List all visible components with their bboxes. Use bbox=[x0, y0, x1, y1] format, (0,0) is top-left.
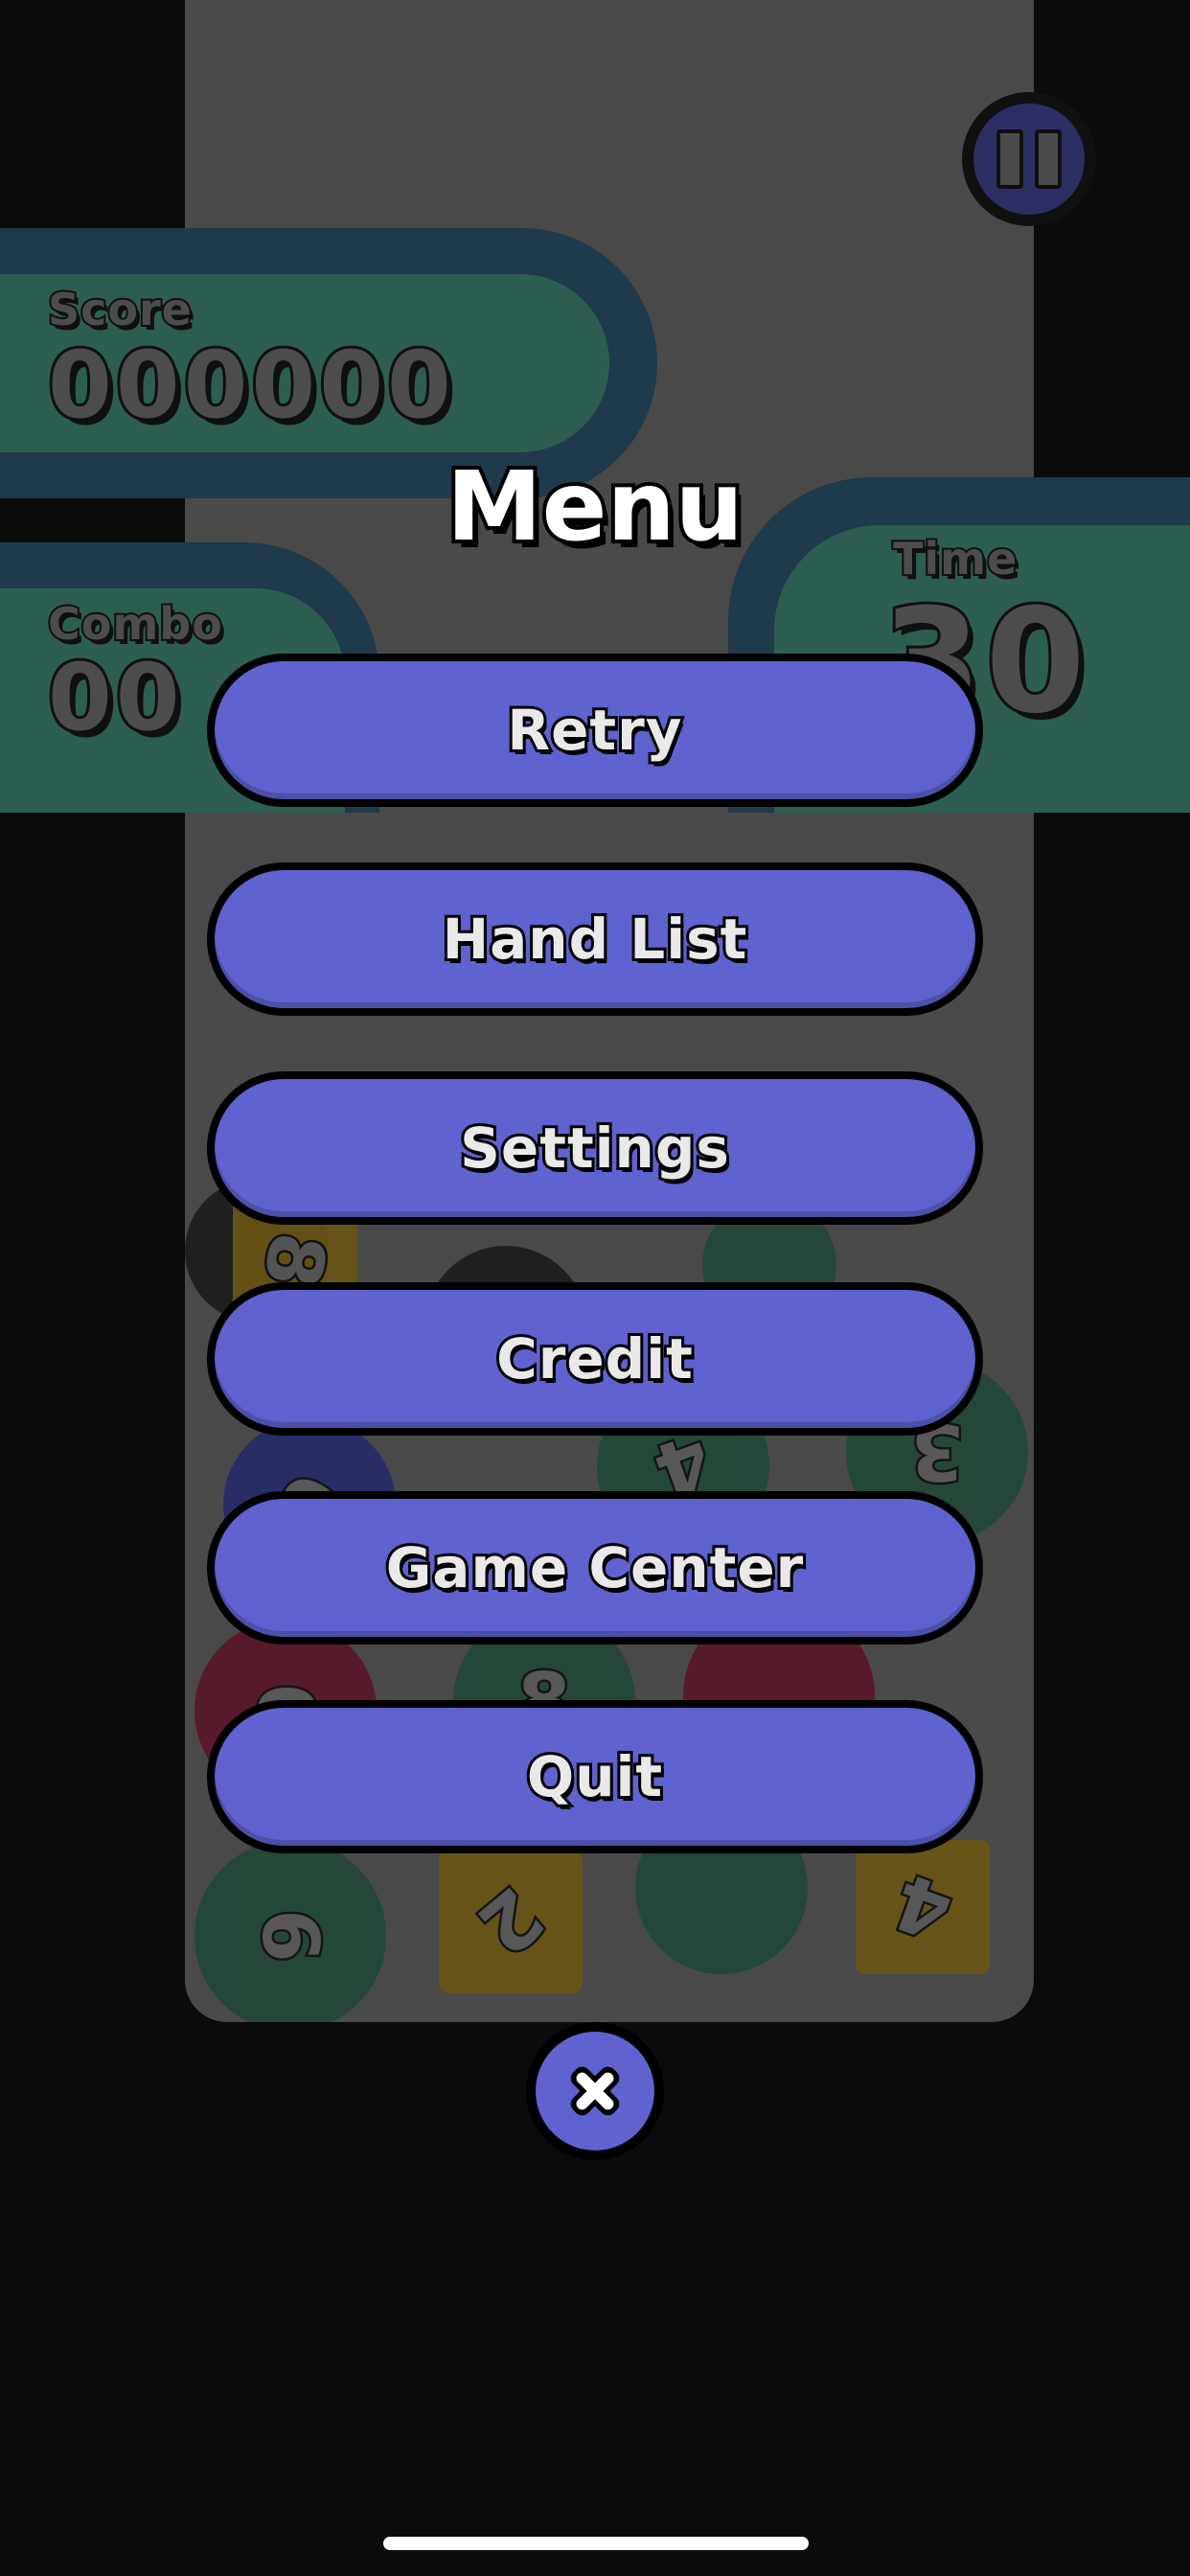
close-button[interactable] bbox=[526, 2022, 664, 2160]
hand-list-label: Hand List bbox=[440, 904, 750, 975]
game-center-label: Game Center bbox=[383, 1532, 807, 1603]
score-label: Score bbox=[46, 282, 194, 337]
settings-label: Settings bbox=[457, 1113, 732, 1184]
pause-icon bbox=[973, 104, 1085, 215]
game-center-button[interactable]: Game Center bbox=[207, 1491, 983, 1644]
board-tile: 4 bbox=[856, 1840, 990, 1974]
tile-number: 6 bbox=[243, 1907, 337, 1966]
quit-label: Quit bbox=[524, 1741, 665, 1812]
pause-button[interactable] bbox=[962, 92, 1096, 226]
score-value: 000000 bbox=[45, 329, 455, 442]
board-tile: 6 bbox=[195, 1840, 386, 2022]
combo-label: Combo bbox=[46, 596, 224, 652]
menu-title: Menu bbox=[443, 447, 747, 566]
quit-button[interactable]: Quit bbox=[207, 1700, 983, 1853]
home-indicator[interactable] bbox=[383, 2537, 809, 2550]
close-icon bbox=[570, 2066, 620, 2116]
credit-button[interactable]: Credit bbox=[207, 1282, 983, 1436]
credit-label: Credit bbox=[493, 1323, 696, 1394]
board-tile: 2 bbox=[439, 1850, 583, 1993]
hand-list-button[interactable]: Hand List bbox=[207, 862, 983, 1016]
settings-button[interactable]: Settings bbox=[207, 1071, 983, 1225]
combo-value: 00 bbox=[45, 641, 184, 754]
retry-label: Retry bbox=[504, 695, 684, 766]
retry-button[interactable]: Retry bbox=[207, 654, 983, 807]
